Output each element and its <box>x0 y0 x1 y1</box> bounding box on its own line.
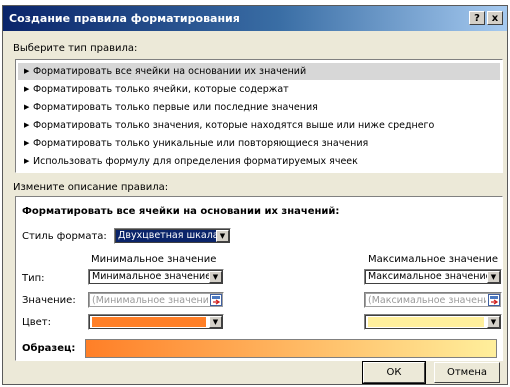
rule-type-item-label: Использовать формулу для определения фор… <box>33 156 358 167</box>
rule-type-item[interactable]: ▶ Форматировать все ячейки на основании и… <box>18 63 500 80</box>
sample-preview <box>85 339 497 358</box>
rule-type-label: Выберите тип правила: <box>13 43 138 54</box>
rule-type-item-label: Форматировать только первые или последни… <box>33 102 318 113</box>
max-type-value: Максимальное значение <box>368 271 492 282</box>
format-style-select[interactable]: Двухцветная шкала ▼ <box>114 228 231 244</box>
format-rule-dialog: Создание правила форматирования ? x Выбе… <box>2 5 508 385</box>
description-heading: Форматировать все ячейки на основании их… <box>22 206 340 217</box>
range-select-icon[interactable] <box>210 294 222 306</box>
rule-type-item-label: Форматировать только ячейки, которые сод… <box>33 84 289 95</box>
close-button[interactable]: x <box>487 11 503 25</box>
rule-type-list[interactable]: ▶ Форматировать все ячейки на основании и… <box>15 59 503 173</box>
value-label: Значение: <box>22 295 76 306</box>
min-type-select[interactable]: Минимальное значение ▼ <box>88 269 224 285</box>
title-bar[interactable]: Создание правила форматирования ? x <box>3 6 507 31</box>
help-button[interactable]: ? <box>469 11 485 25</box>
max-value-input[interactable]: (Максимальное значение) <box>364 292 502 308</box>
window-title: Создание правила форматирования <box>9 12 240 25</box>
max-column-header: Максимальное значение <box>368 254 498 265</box>
triangle-right-icon: ▶ <box>24 139 30 147</box>
triangle-right-icon: ▶ <box>24 85 30 93</box>
range-select-icon[interactable] <box>488 294 500 306</box>
ok-button[interactable]: ОК <box>362 361 426 384</box>
rule-description-label: Измените описание правила: <box>13 182 169 193</box>
rule-type-item-label: Форматировать все ячейки на основании их… <box>33 66 307 77</box>
rule-description-panel: Форматировать все ячейки на основании их… <box>15 196 503 361</box>
min-column-header: Минимальное значение <box>91 254 217 265</box>
color-label: Цвет: <box>22 317 52 328</box>
rule-type-item-label: Форматировать только уникальные или повт… <box>33 138 369 149</box>
chevron-down-icon[interactable]: ▼ <box>487 271 500 283</box>
rule-type-item[interactable]: ▶ Форматировать только значения, которые … <box>18 117 500 134</box>
triangle-right-icon: ▶ <box>24 157 30 165</box>
type-label: Тип: <box>22 273 45 284</box>
min-color-swatch <box>92 317 206 327</box>
rule-type-item[interactable]: ▶ Использовать формулу для определения фо… <box>18 153 500 170</box>
min-value-placeholder: (Минимальное значение) <box>92 295 208 306</box>
max-color-swatch <box>368 317 484 327</box>
chevron-down-icon[interactable]: ▼ <box>487 316 500 328</box>
max-type-select[interactable]: Максимальное значение ▼ <box>364 269 502 285</box>
chevron-down-icon[interactable]: ▼ <box>209 271 222 283</box>
rule-type-item-label: Форматировать только значения, которые н… <box>33 120 435 131</box>
format-style-value: Двухцветная шкала <box>118 230 219 241</box>
rule-type-item[interactable]: ▶ Форматировать только первые или последн… <box>18 99 500 116</box>
rule-type-item[interactable]: ▶ Форматировать только ячейки, которые со… <box>18 81 500 98</box>
triangle-right-icon: ▶ <box>24 121 30 129</box>
chevron-down-icon[interactable]: ▼ <box>216 230 229 242</box>
max-color-select[interactable]: ▼ <box>364 314 502 330</box>
chevron-down-icon[interactable]: ▼ <box>209 316 222 328</box>
max-value-placeholder: (Максимальное значение) <box>368 295 486 306</box>
format-style-label: Стиль формата: <box>22 231 107 242</box>
rule-type-item[interactable]: ▶ Форматировать только уникальные или пов… <box>18 135 500 152</box>
cancel-button[interactable]: Отмена <box>434 362 500 383</box>
sample-label: Образец: <box>22 343 76 354</box>
min-type-value: Минимальное значение <box>92 271 212 282</box>
min-color-select[interactable]: ▼ <box>88 314 224 330</box>
triangle-right-icon: ▶ <box>24 103 30 111</box>
triangle-right-icon: ▶ <box>24 67 30 75</box>
min-value-input[interactable]: (Минимальное значение) <box>88 292 224 308</box>
